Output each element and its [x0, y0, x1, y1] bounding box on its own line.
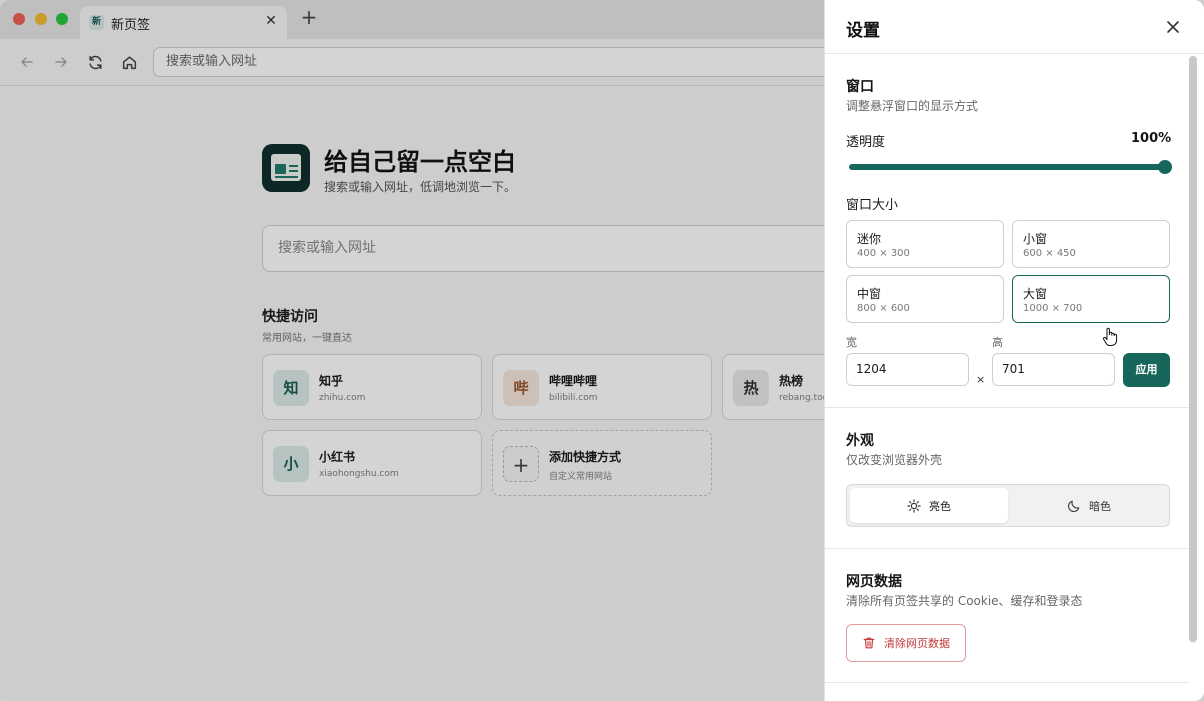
hand-cursor-icon — [1103, 327, 1118, 346]
size-option-large[interactable]: 大窗 1000 × 700 — [1012, 275, 1170, 323]
clear-web-data-button[interactable]: 清除网页数据 — [846, 624, 966, 662]
apply-size-button[interactable]: 应用 — [1123, 353, 1170, 387]
width-label: 宽 — [846, 336, 857, 349]
opacity-slider-fill — [849, 164, 1165, 170]
theme-segmented-control: 亮色 暗色 — [846, 484, 1170, 527]
size-option-small[interactable]: 小窗 600 × 450 — [1012, 220, 1170, 268]
theme-light-label: 亮色 — [929, 499, 951, 513]
close-icon — [1167, 21, 1179, 33]
times-symbol: × — [976, 373, 986, 386]
moon-icon — [1068, 500, 1080, 512]
size-option-dims: 600 × 450 — [1023, 248, 1076, 259]
theme-dark-label: 暗色 — [1089, 499, 1111, 513]
size-option-name: 中窗 — [857, 287, 882, 301]
height-input[interactable]: 701 — [992, 353, 1115, 386]
theme-dark-option[interactable]: 暗色 — [1010, 488, 1168, 523]
scrollbar-thumb[interactable] — [1189, 56, 1197, 642]
section-divider — [825, 407, 1189, 408]
trash-icon — [863, 637, 875, 649]
opacity-slider-thumb[interactable] — [1158, 160, 1172, 174]
sun-icon — [907, 498, 921, 513]
theme-light-option[interactable]: 亮色 — [850, 488, 1008, 523]
close-settings-button[interactable] — [1163, 17, 1183, 37]
size-option-name: 大窗 — [1023, 287, 1048, 301]
opacity-value: 100% — [1131, 131, 1172, 146]
window-section-title: 窗口 — [846, 79, 874, 95]
window-size-label: 窗口大小 — [846, 198, 899, 213]
settings-header: 设置 — [825, 0, 1204, 54]
modal-overlay[interactable] — [0, 0, 824, 701]
clear-web-data-label: 清除网页数据 — [884, 637, 950, 650]
size-option-dims: 400 × 300 — [857, 248, 910, 259]
settings-panel: 设置 窗口 调整悬浮窗口的显示方式 透明度 100% 窗口大小 迷你 400 ×… — [824, 0, 1204, 701]
appearance-section-title: 外观 — [846, 433, 874, 449]
web-data-section-subtitle: 清除所有页签共享的 Cookie、缓存和登录态 — [846, 594, 1083, 608]
appearance-section-subtitle: 仅改变浏览器外壳 — [846, 453, 943, 467]
size-option-dims: 800 × 600 — [857, 303, 910, 314]
section-divider — [825, 682, 1189, 683]
size-option-dims: 1000 × 700 — [1023, 303, 1083, 314]
size-option-medium[interactable]: 中窗 800 × 600 — [846, 275, 1004, 323]
width-input[interactable]: 1204 — [846, 353, 969, 386]
size-option-name: 小窗 — [1023, 232, 1048, 246]
browser-window: 新 新页签 ✕ + 搜索或输入网址 给自己留一点空白 搜索或输入网址，低调地浏览… — [0, 0, 1204, 701]
size-option-name: 迷你 — [857, 232, 882, 246]
settings-title: 设置 — [846, 21, 880, 41]
web-data-section-title: 网页数据 — [846, 574, 902, 590]
section-divider — [825, 548, 1189, 549]
size-option-mini[interactable]: 迷你 400 × 300 — [846, 220, 1004, 268]
opacity-label: 透明度 — [846, 135, 886, 150]
window-section-subtitle: 调整悬浮窗口的显示方式 — [846, 99, 979, 113]
height-label: 高 — [992, 336, 1003, 349]
opacity-slider-track[interactable] — [849, 164, 1165, 170]
